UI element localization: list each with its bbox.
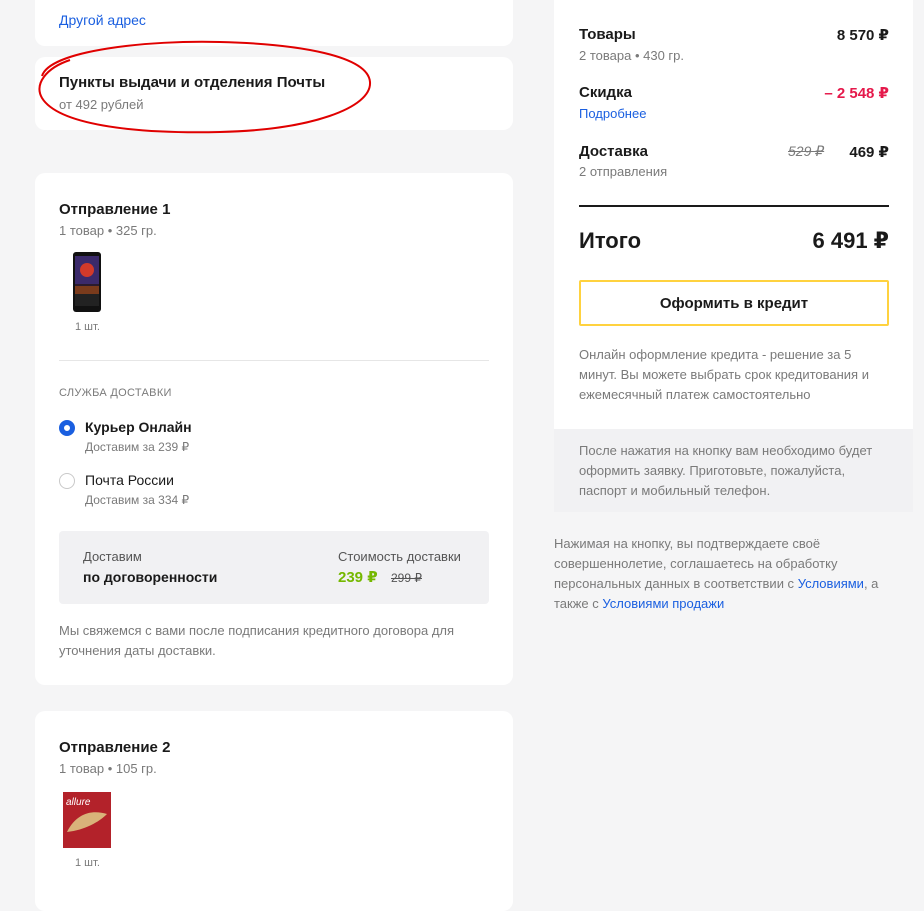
delivery-service-label: СЛУЖБА ДОСТАВКИ bbox=[59, 387, 172, 399]
shipment-2-meta: 1 товар • 105 гр. bbox=[59, 761, 157, 776]
total-value: 6 491 ₽ bbox=[812, 228, 889, 253]
shipping-old-price: 529 ₽ bbox=[788, 143, 825, 159]
shipment-1-qty: 1 шт. bbox=[75, 321, 100, 333]
product-image-allure[interactable]: allure bbox=[63, 792, 111, 848]
other-address-link[interactable]: Другой адрес bbox=[59, 12, 146, 28]
cost-old: 299 ₽ bbox=[391, 571, 422, 585]
credit-info: Онлайн оформление кредита - решение за 5… bbox=[579, 347, 869, 402]
cost-new: 239 ₽ bbox=[338, 569, 378, 586]
cost-label: Стоимость доставки bbox=[338, 549, 461, 564]
consent-part1: Нажимая на кнопку, вы подтверждаете своё… bbox=[554, 536, 838, 591]
shipment-2-card: Отправление 2 1 товар • 105 гр. allure 1… bbox=[35, 711, 513, 911]
discount-label: Скидка bbox=[579, 84, 632, 101]
delivery-option-post[interactable]: Почта России Доставим за 334 ₽ bbox=[59, 470, 359, 507]
total-divider bbox=[579, 205, 889, 207]
shipment-1-meta: 1 товар • 325 гр. bbox=[59, 223, 157, 238]
shipping-label: Доставка bbox=[579, 143, 648, 160]
delivery-option-courier[interactable]: Курьер Онлайн Доставим за 239 ₽ bbox=[59, 417, 359, 454]
discount-value: – 2 548 ₽ bbox=[824, 85, 889, 102]
shipping-sub: 2 отправления bbox=[579, 164, 668, 179]
delivery-option-sub: Доставим за 239 ₽ bbox=[85, 440, 190, 454]
delivery-option-name: Почта России bbox=[85, 472, 174, 488]
goods-sub: 2 товара • 430 гр. bbox=[579, 48, 684, 63]
delivery-option-name: Курьер Онлайн bbox=[85, 419, 192, 435]
total-label: Итого bbox=[579, 228, 642, 253]
deliver-value: по договоренности bbox=[83, 569, 218, 585]
radio-selected[interactable] bbox=[59, 420, 75, 436]
radio-unselected[interactable] bbox=[59, 473, 75, 489]
shipping-new-price: 469 ₽ bbox=[849, 144, 889, 161]
shipment-2-qty: 1 шт. bbox=[75, 857, 100, 869]
shipment-1-title: Отправление 1 bbox=[59, 201, 171, 218]
shipment-2-title: Отправление 2 bbox=[59, 739, 171, 756]
shipment-1-note: Мы свяжемся с вами после подписания кред… bbox=[59, 623, 455, 658]
terms-link[interactable]: Условиями bbox=[798, 576, 864, 591]
sale-terms-link[interactable]: Условиями продажи bbox=[602, 596, 724, 611]
delivery-info-box: Доставим по договоренности Стоимость дос… bbox=[59, 531, 489, 604]
goods-value: 8 570 ₽ bbox=[836, 27, 889, 44]
product-brand-text: allure bbox=[66, 797, 91, 808]
deliver-label: Доставим bbox=[83, 549, 142, 564]
consent-text: Нажимая на кнопку, вы подтверждаете своё… bbox=[554, 534, 894, 614]
credit-button[interactable]: Оформить в кредит bbox=[579, 280, 889, 326]
divider bbox=[59, 360, 489, 361]
shipment-1-card: Отправление 1 1 товар • 325 гр. 1 шт. СЛ… bbox=[35, 173, 513, 685]
delivery-option-sub: Доставим за 334 ₽ bbox=[85, 493, 190, 507]
goods-label: Товары bbox=[579, 26, 636, 43]
discount-details-link[interactable]: Подробнее bbox=[579, 106, 646, 121]
annotation-ellipse bbox=[38, 40, 372, 134]
product-image-phone[interactable] bbox=[73, 252, 101, 312]
after-click-note: После нажатия на кнопку вам необходимо б… bbox=[579, 443, 873, 498]
